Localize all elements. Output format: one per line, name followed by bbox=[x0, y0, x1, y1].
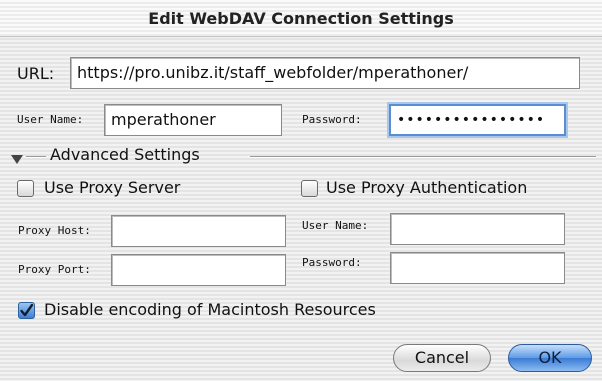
proxy-host-label: Proxy Host: bbox=[18, 224, 91, 237]
proxy-password-field[interactable] bbox=[390, 252, 565, 284]
proxy-user-name-label: User Name: bbox=[302, 219, 369, 232]
password-label: Password: bbox=[302, 113, 362, 126]
url-field[interactable]: https://pro.unibz.it/staff_webfolder/mpe… bbox=[70, 57, 580, 89]
user-name-label: User Name: bbox=[17, 113, 84, 126]
use-proxy-auth-checkbox[interactable] bbox=[301, 180, 318, 197]
use-proxy-server-label[interactable]: Use Proxy Server bbox=[44, 178, 180, 197]
password-field[interactable]: •••••••••••••••• bbox=[389, 104, 566, 136]
window-title: Edit WebDAV Connection Settings bbox=[148, 9, 454, 28]
use-proxy-auth-label[interactable]: Use Proxy Authentication bbox=[326, 178, 527, 197]
disable-encoding-checkbox[interactable] bbox=[18, 302, 35, 319]
proxy-port-field[interactable] bbox=[111, 254, 286, 286]
title-bar[interactable]: Edit WebDAV Connection Settings bbox=[0, 0, 602, 37]
url-label: URL: bbox=[17, 64, 55, 83]
checkmark-icon bbox=[20, 303, 34, 317]
separator-line bbox=[26, 156, 46, 158]
cancel-button[interactable]: Cancel bbox=[393, 344, 491, 372]
disclosure-triangle-icon[interactable] bbox=[10, 150, 24, 164]
separator-line bbox=[250, 156, 596, 158]
proxy-user-name-field[interactable] bbox=[390, 213, 565, 245]
proxy-password-label: Password: bbox=[302, 256, 362, 269]
advanced-settings-label: Advanced Settings bbox=[50, 145, 200, 164]
proxy-host-field[interactable] bbox=[111, 215, 286, 247]
use-proxy-server-checkbox[interactable] bbox=[17, 180, 34, 197]
proxy-port-label: Proxy Port: bbox=[18, 263, 91, 276]
user-name-field[interactable]: mperathoner bbox=[104, 104, 282, 136]
ok-button[interactable]: OK bbox=[508, 344, 592, 372]
disable-encoding-label[interactable]: Disable encoding of Macintosh Resources bbox=[44, 300, 376, 319]
